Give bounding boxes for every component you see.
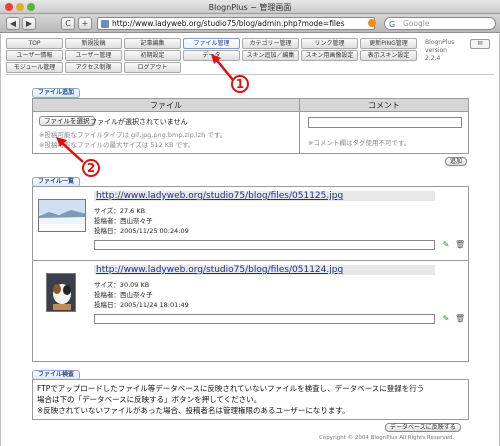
file-list-item: http://www.ladyweb.org/studio75/blog/fil…	[33, 263, 468, 333]
tab-top[interactable]: TOP	[6, 38, 63, 49]
annotation-marker-2: 2	[82, 159, 100, 177]
tab-access-restriction[interactable]: アクセス制限	[65, 62, 122, 73]
edit-icon[interactable]: ✎	[442, 240, 450, 250]
tab-skin-edit[interactable]: スキン追加／編集	[242, 50, 299, 61]
rss-feed-icon[interactable]	[368, 19, 376, 27]
site-favicon-icon	[101, 20, 109, 28]
tab-edit-posts[interactable]: 記事編集	[124, 38, 181, 49]
column-divider	[299, 112, 300, 153]
file-date: 投稿日：2005/11/24 18:01:49	[94, 301, 189, 309]
file-list-item: http://www.ladyweb.org/studio75/blog/fil…	[33, 189, 468, 259]
choose-file-button[interactable]: ファイルを選択	[39, 116, 95, 126]
address-bar-url: http://www.ladyweb.org/studio75/blog/adm…	[112, 19, 345, 28]
trash-icon[interactable]: 🗑	[455, 314, 465, 324]
file-thumbnail-snow[interactable]	[38, 199, 86, 232]
apply-to-database-button[interactable]: データベースに反映する	[385, 423, 461, 432]
tab-category-management[interactable]: カテゴリー管理	[242, 38, 299, 49]
file-comment-input[interactable]	[94, 314, 435, 324]
check-line-1: FTPでアップロードしたファイル等データベースに反映されていないファイルを検査し…	[37, 384, 425, 393]
entry-divider	[33, 260, 468, 261]
no-file-selected-text: ファイルが選択されていません	[90, 118, 188, 126]
trash-icon[interactable]: 🗑	[455, 240, 465, 250]
check-line-2: 場合は下の「データベースに反映する」ボタンを押してください。	[37, 395, 262, 404]
reload-button[interactable]: C	[61, 17, 75, 30]
tab-display-skin[interactable]: 表示スキン設定	[360, 50, 417, 61]
page-viewport: TOP 新規投稿 記事編集 ファイル管理 カテゴリー管理 リンク管理 更新PIN…	[0, 34, 500, 446]
back-button[interactable]: ◀	[6, 17, 20, 30]
tab-data[interactable]: データ	[183, 50, 240, 61]
search-input[interactable]: G Google	[384, 17, 496, 30]
max-size-note: ※投稿可能なファイルの最大サイズは 512 KB です。	[39, 141, 195, 149]
address-bar[interactable]: http://www.ladyweb.org/studio75/blog/adm…	[97, 17, 375, 30]
comment-input[interactable]	[308, 117, 462, 128]
version-name: BlognPlus	[425, 39, 455, 46]
browser-toolbar: ◀ ▶ C + http://www.ladyweb.org/studio75/…	[0, 14, 500, 33]
tab-initial-settings[interactable]: 初期設定	[124, 50, 181, 61]
file-check-description: FTPでアップロードしたファイル等データベースに反映されていないファイルを検査し…	[32, 379, 469, 420]
upload-table-header: ファイル コメント	[33, 99, 468, 112]
tab-logout[interactable]: ログアウト	[124, 62, 181, 73]
comment-note: ※コメント欄はタグ使用不可です。	[308, 139, 411, 147]
edit-icon[interactable]: ✎	[442, 314, 450, 324]
file-size: サイズ：27.6 KB	[94, 207, 146, 215]
add-bookmark-button[interactable]: +	[78, 17, 92, 30]
search-placeholder: Google	[403, 19, 430, 28]
check-line-3: ※反映されていないファイルがあった場合、投稿者名は管理権限のあるユーザーになりま…	[37, 406, 350, 415]
window-titlebar: BlognPlus − 管理画面	[0, 0, 500, 14]
tab-user-info[interactable]: ユーザー情報	[6, 50, 63, 61]
upload-table: ファイル コメント ファイルを選択 ファイルが選択されていません ※投稿可能なフ…	[32, 98, 469, 154]
file-poster: 投稿者：西山奈々子	[94, 217, 153, 225]
tab-ping-management[interactable]: 更新PING管理	[360, 38, 417, 49]
tab-module-management[interactable]: モジュール管理	[6, 62, 63, 73]
forward-button[interactable]: ▶	[22, 17, 36, 30]
file-link[interactable]: http://www.ladyweb.org/studio75/blog/fil…	[94, 191, 435, 201]
file-link[interactable]: http://www.ladyweb.org/studio75/blog/fil…	[94, 265, 435, 275]
tab-link-management[interactable]: リンク管理	[301, 38, 358, 49]
nav-divider	[6, 74, 494, 75]
allowed-types-note: ※投稿可能なファイルタイプは gif,jpg,png,bmp,zip,lzh で…	[39, 131, 227, 139]
annotation-marker-1: 1	[231, 75, 249, 93]
file-comment-input[interactable]	[94, 240, 435, 250]
file-poster: 投稿者：西山奈々子	[94, 291, 153, 299]
file-thumbnail-cat[interactable]	[46, 273, 76, 312]
copyright: Copyright © 2004 BlognPlus All Rights Re…	[319, 435, 455, 441]
version-info: BlognPlus version 2.2.4	[425, 39, 454, 63]
window-title: BlognPlus − 管理画面	[208, 3, 292, 12]
tab-file-management[interactable]: ファイル管理	[183, 38, 240, 49]
tab-new-post[interactable]: 新規投稿	[65, 38, 122, 49]
google-search-icon: G	[389, 20, 396, 29]
version-label: version	[425, 47, 447, 54]
file-size: サイズ：30.09 KB	[94, 281, 150, 289]
column-header-file: ファイル	[150, 101, 182, 110]
tab-user-management[interactable]: ユーザー管理	[65, 50, 122, 61]
file-date: 投稿日：2005/11/25 00:24:09	[94, 227, 189, 235]
add-file-button[interactable]: 追加	[445, 157, 468, 166]
tab-skin-images[interactable]: スキン用画像設定	[301, 50, 358, 61]
file-list: http://www.ladyweb.org/studio75/blog/fil…	[32, 186, 469, 362]
version-number: 2.2.4	[425, 55, 441, 62]
mail-icon[interactable]: ✉	[470, 39, 490, 49]
section-label-file-add: ファイル追加	[32, 88, 81, 98]
column-header-comment: コメント	[299, 99, 468, 112]
